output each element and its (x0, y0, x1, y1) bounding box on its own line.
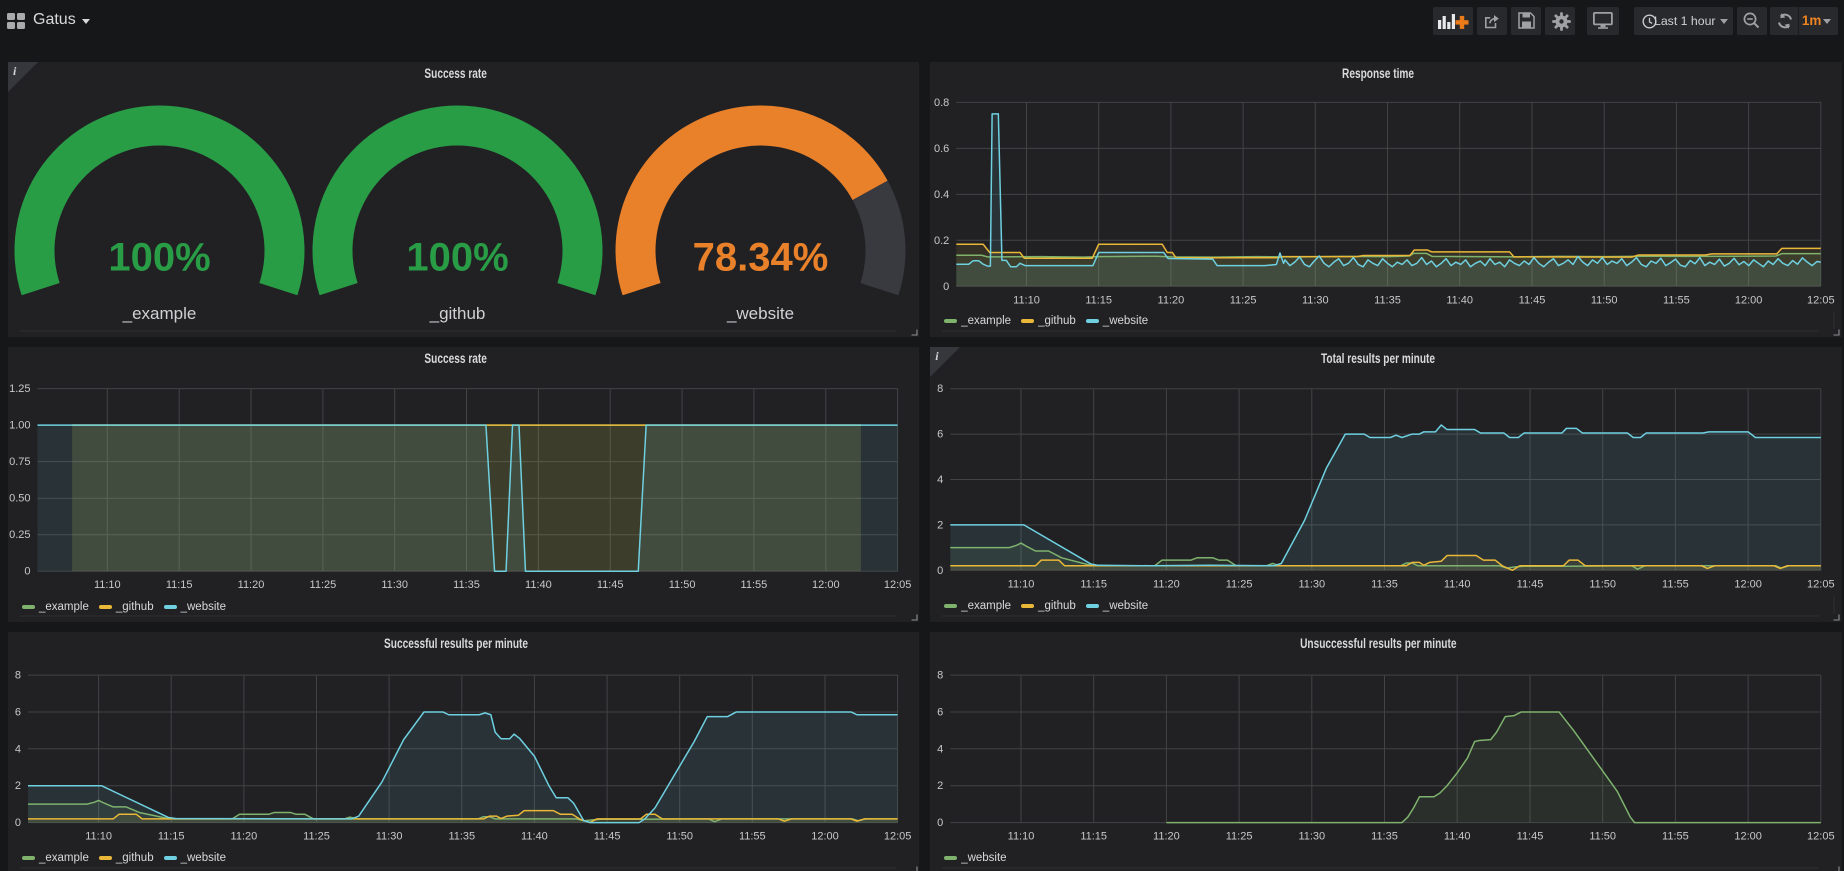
svg-text:2: 2 (15, 780, 21, 792)
svg-text:0: 0 (937, 817, 943, 829)
svg-text:6: 6 (937, 706, 943, 718)
svg-text:0.2: 0.2 (934, 234, 949, 246)
svg-text:12:00: 12:00 (1735, 578, 1763, 590)
svg-text:2: 2 (937, 519, 943, 531)
svg-text:11:15: 11:15 (166, 579, 193, 591)
svg-text:11:55: 11:55 (741, 579, 768, 591)
svg-text:11:10: 11:10 (1008, 578, 1035, 590)
svg-text:11:20: 11:20 (238, 579, 265, 591)
svg-text:11:30: 11:30 (376, 830, 403, 842)
svg-text:11:15: 11:15 (1086, 294, 1113, 306)
svg-text:4: 4 (937, 474, 943, 486)
svg-text:0.8: 0.8 (934, 96, 949, 108)
svg-text:11:35: 11:35 (1374, 294, 1401, 306)
svg-text:12:05: 12:05 (1807, 294, 1835, 306)
svg-text:11:25: 11:25 (1226, 578, 1253, 590)
svg-text:11:20: 11:20 (231, 830, 258, 842)
svg-text:1.25: 1.25 (9, 383, 30, 395)
svg-text:11:55: 11:55 (1662, 830, 1689, 842)
svg-text:12:00: 12:00 (1735, 294, 1763, 306)
svg-text:11:45: 11:45 (1517, 830, 1544, 842)
svg-text:11:30: 11:30 (1299, 578, 1326, 590)
svg-text:11:55: 11:55 (739, 830, 766, 842)
svg-text:6: 6 (937, 428, 943, 440)
svg-text:11:45: 11:45 (1517, 578, 1544, 590)
svg-text:100%: 100% (108, 235, 210, 279)
svg-text:0.25: 0.25 (9, 529, 30, 541)
svg-text:11:15: 11:15 (158, 830, 185, 842)
svg-text:11:45: 11:45 (594, 830, 621, 842)
svg-text:11:25: 11:25 (303, 830, 330, 842)
svg-text:0.6: 0.6 (934, 142, 949, 154)
svg-text:11:50: 11:50 (1590, 578, 1617, 590)
svg-text:_website: _website (726, 304, 794, 323)
svg-text:11:35: 11:35 (453, 579, 480, 591)
svg-text:11:25: 11:25 (310, 579, 337, 591)
svg-text:0.50: 0.50 (9, 492, 30, 504)
svg-text:12:05: 12:05 (884, 830, 912, 842)
svg-text:11:30: 11:30 (1299, 830, 1326, 842)
svg-text:12:05: 12:05 (1807, 578, 1835, 590)
svg-text:_example: _example (122, 304, 197, 323)
svg-text:0: 0 (24, 565, 30, 577)
svg-text:12:05: 12:05 (884, 579, 912, 591)
svg-text:11:10: 11:10 (1008, 830, 1035, 842)
svg-text:0: 0 (943, 280, 949, 292)
svg-text:11:15: 11:15 (1081, 830, 1108, 842)
svg-text:12:05: 12:05 (1807, 830, 1835, 842)
svg-text:6: 6 (15, 706, 21, 718)
svg-text:11:15: 11:15 (1081, 578, 1108, 590)
svg-text:11:50: 11:50 (1591, 294, 1618, 306)
svg-text:100%: 100% (406, 235, 508, 279)
svg-text:11:35: 11:35 (1371, 830, 1398, 842)
svg-text:11:45: 11:45 (597, 579, 624, 591)
svg-text:11:30: 11:30 (1302, 294, 1329, 306)
svg-text:11:30: 11:30 (381, 579, 408, 591)
svg-text:12:00: 12:00 (811, 830, 839, 842)
svg-text:11:10: 11:10 (85, 830, 112, 842)
svg-text:0.75: 0.75 (9, 456, 30, 468)
svg-text:11:20: 11:20 (1153, 578, 1180, 590)
svg-text:11:40: 11:40 (521, 830, 548, 842)
svg-text:12:00: 12:00 (812, 579, 840, 591)
svg-text:8: 8 (937, 669, 943, 681)
svg-text:0: 0 (15, 817, 21, 829)
svg-text:11:50: 11:50 (666, 830, 693, 842)
svg-text:11:40: 11:40 (1444, 578, 1471, 590)
svg-text:11:40: 11:40 (1447, 294, 1474, 306)
svg-text:11:20: 11:20 (1153, 830, 1180, 842)
svg-text:12:00: 12:00 (1735, 830, 1763, 842)
svg-text:_github: _github (429, 304, 486, 323)
svg-text:8: 8 (15, 669, 21, 681)
svg-text:0: 0 (937, 564, 943, 576)
svg-text:11:40: 11:40 (1444, 830, 1471, 842)
svg-text:11:20: 11:20 (1158, 294, 1185, 306)
svg-text:11:50: 11:50 (1590, 830, 1617, 842)
svg-text:4: 4 (15, 743, 21, 755)
svg-text:0.4: 0.4 (934, 188, 949, 200)
svg-text:1.00: 1.00 (9, 419, 30, 431)
svg-text:11:25: 11:25 (1230, 294, 1257, 306)
svg-text:11:35: 11:35 (448, 830, 475, 842)
svg-text:11:35: 11:35 (1371, 578, 1398, 590)
svg-text:11:10: 11:10 (94, 579, 121, 591)
svg-text:11:10: 11:10 (1013, 294, 1040, 306)
svg-text:4: 4 (937, 743, 943, 755)
svg-text:8: 8 (937, 383, 943, 395)
svg-text:11:40: 11:40 (525, 579, 552, 591)
svg-text:11:55: 11:55 (1663, 294, 1690, 306)
svg-text:11:55: 11:55 (1662, 578, 1689, 590)
svg-text:11:45: 11:45 (1519, 294, 1546, 306)
svg-text:78.34%: 78.34% (693, 235, 829, 279)
svg-text:11:25: 11:25 (1226, 830, 1253, 842)
svg-text:11:50: 11:50 (669, 579, 696, 591)
svg-text:2: 2 (937, 780, 943, 792)
